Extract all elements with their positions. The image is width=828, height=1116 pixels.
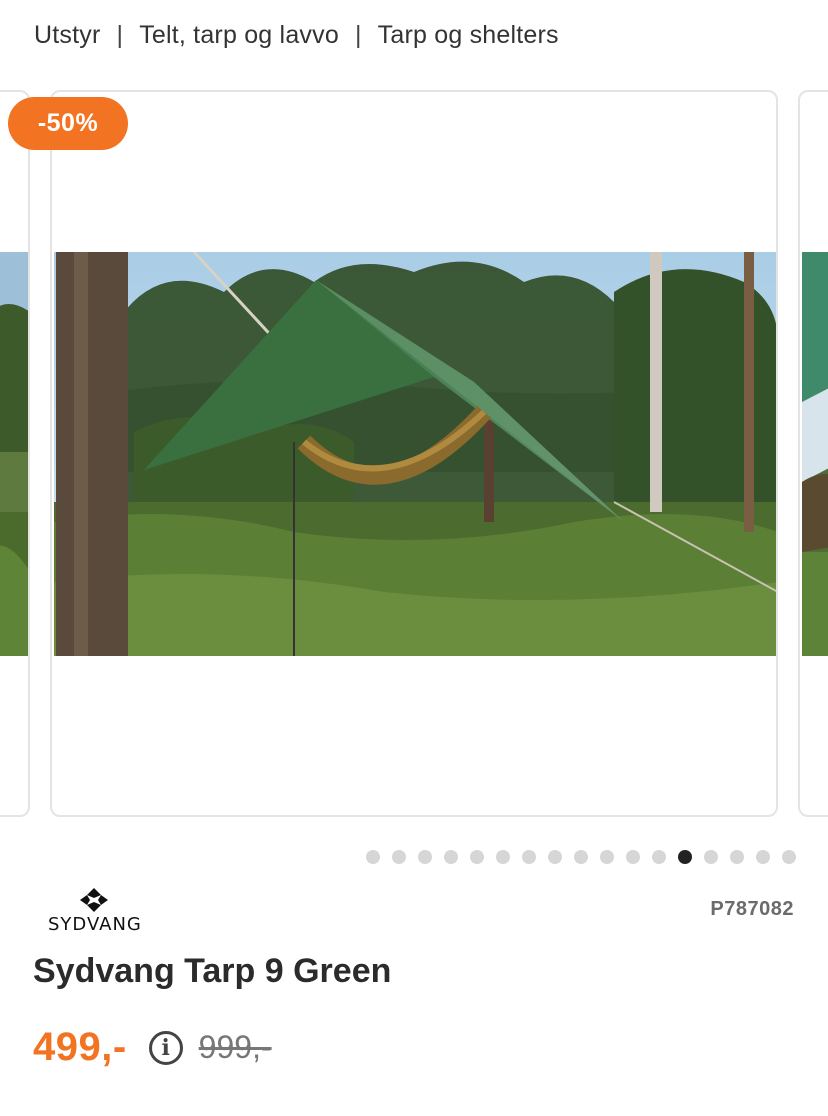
pagination-dot[interactable] xyxy=(782,850,796,864)
current-price: 499,- xyxy=(33,1025,127,1069)
pagination-dot[interactable] xyxy=(704,850,718,864)
original-price: 999,- xyxy=(198,1029,272,1065)
brand-logo[interactable]: SYDVANG xyxy=(48,888,142,935)
pagination-dot[interactable] xyxy=(730,850,744,864)
pagination-dot[interactable] xyxy=(392,850,406,864)
gallery-prev-card[interactable] xyxy=(0,90,30,817)
pagination-dot[interactable] xyxy=(626,850,640,864)
breadcrumb-item-utstyr[interactable]: Utstyr xyxy=(34,21,100,50)
breadcrumb-separator: | xyxy=(116,20,124,49)
gallery-main-card[interactable] xyxy=(50,90,778,817)
info-icon[interactable]: i xyxy=(148,1030,183,1065)
pagination-dot[interactable] xyxy=(574,850,588,864)
sydvang-logo-icon xyxy=(80,888,108,912)
product-image-prev xyxy=(0,252,28,656)
breadcrumb-separator: | xyxy=(354,20,362,49)
pagination-dot[interactable] xyxy=(600,850,614,864)
pagination-dot[interactable] xyxy=(366,850,380,864)
breadcrumb: Utstyr | Telt, tarp og lavvo | Tarp og s… xyxy=(34,18,559,52)
brand-name: SYDVANG xyxy=(48,914,142,935)
pagination-dot[interactable] xyxy=(652,850,666,864)
pagination-dot[interactable] xyxy=(470,850,484,864)
pagination-dot[interactable] xyxy=(756,850,770,864)
pagination-dot[interactable] xyxy=(548,850,562,864)
gallery-next-card[interactable] xyxy=(798,90,828,817)
pagination-dot[interactable] xyxy=(418,850,432,864)
product-image-next xyxy=(802,252,828,656)
breadcrumb-item-telt-tarp-lavvo[interactable]: Telt, tarp og lavvo xyxy=(139,21,339,50)
product-title: Sydvang Tarp 9 Green xyxy=(33,952,392,990)
pagination-dot[interactable] xyxy=(444,850,458,864)
breadcrumb-item-tarp-shelters[interactable]: Tarp og shelters xyxy=(378,21,559,50)
pagination-dot[interactable] xyxy=(496,850,510,864)
discount-badge: -50% xyxy=(8,97,128,150)
price-row: 499,- i 999,- xyxy=(33,1025,272,1070)
pagination-dot-active[interactable] xyxy=(678,850,692,864)
product-sku: P787082 xyxy=(710,898,794,920)
gallery-pagination xyxy=(366,850,796,864)
pagination-dot[interactable] xyxy=(522,850,536,864)
product-image xyxy=(54,252,776,656)
